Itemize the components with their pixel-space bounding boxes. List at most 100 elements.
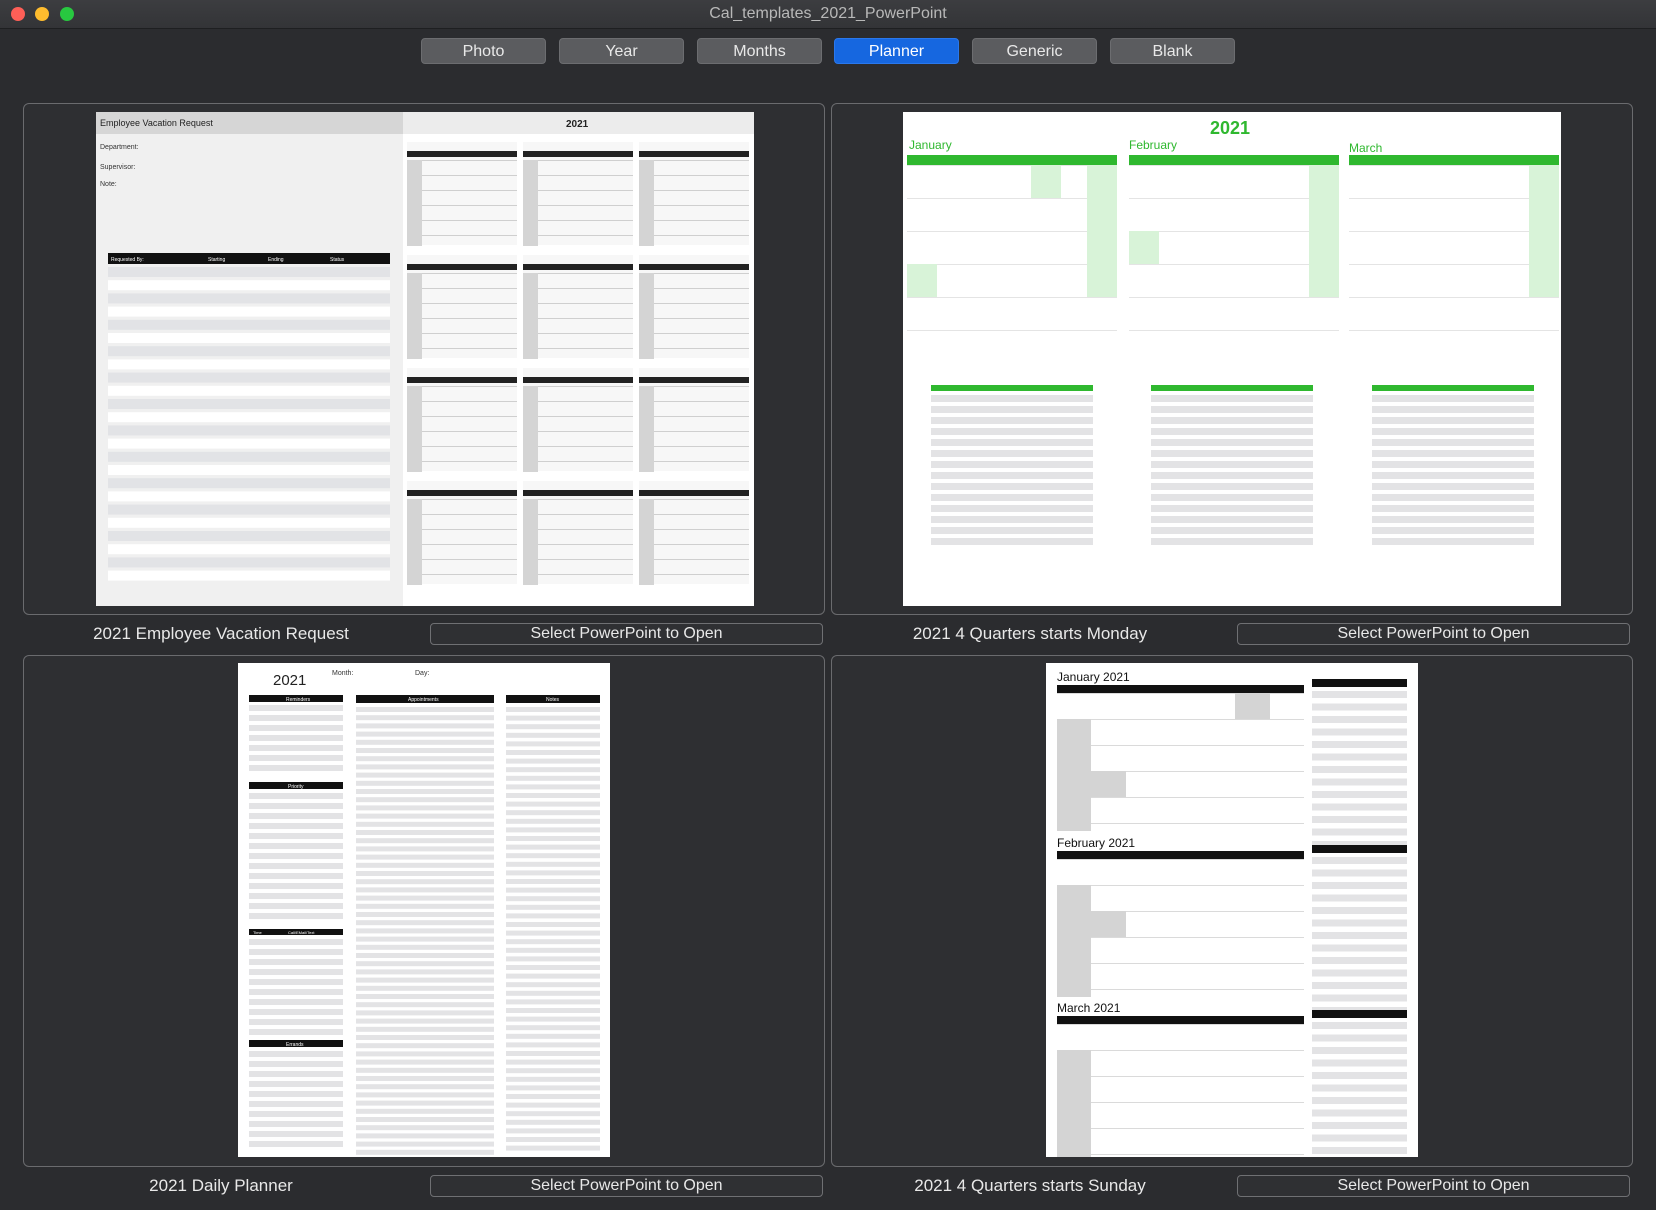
preview-shape bbox=[356, 1141, 494, 1147]
preview-shape bbox=[356, 739, 494, 745]
preview-shape bbox=[506, 990, 600, 996]
preview-shape bbox=[1312, 791, 1407, 798]
preview-shape bbox=[1372, 450, 1534, 457]
preview-shape bbox=[1372, 494, 1534, 501]
preview-shape bbox=[249, 883, 343, 889]
preview-shape bbox=[639, 386, 654, 472]
preview-shape bbox=[1312, 1147, 1407, 1154]
tab-year[interactable]: Year bbox=[559, 38, 684, 64]
preview-shape bbox=[523, 190, 633, 191]
dp-errands: Errands bbox=[286, 1042, 304, 1048]
quarters-sunday-thumbnail[interactable]: January 2021 February 2021 March 2021 bbox=[1046, 663, 1418, 1157]
open-quarters-sunday-button[interactable]: Select PowerPoint to Open bbox=[1237, 1175, 1630, 1197]
preview-shape bbox=[639, 377, 749, 383]
preview-shape bbox=[931, 538, 1093, 545]
preview-shape bbox=[1057, 719, 1304, 720]
preview-shape bbox=[506, 775, 600, 781]
preview-shape bbox=[1312, 679, 1407, 687]
preview-shape bbox=[249, 735, 343, 741]
preview-shape bbox=[356, 772, 494, 778]
preview-shape bbox=[1087, 165, 1117, 297]
preview-shape bbox=[1349, 165, 1559, 166]
preview-shape bbox=[506, 973, 600, 979]
preview-shape bbox=[108, 280, 390, 291]
preview-shape bbox=[356, 707, 494, 712]
preview-shape bbox=[1129, 155, 1339, 165]
preview-shape bbox=[639, 235, 749, 236]
preview-shape bbox=[506, 956, 600, 962]
preview-shape bbox=[108, 359, 390, 370]
preview-shape bbox=[356, 985, 494, 991]
tab-photo[interactable]: Photo bbox=[421, 38, 546, 64]
qm-month-3: March bbox=[1349, 141, 1382, 155]
preview-shape bbox=[1057, 745, 1304, 746]
preview-shape bbox=[506, 1111, 600, 1117]
daily-planner-thumbnail[interactable]: 2021 Month: Day: Reminders Priority Time… bbox=[238, 663, 610, 1157]
preview-shape bbox=[1349, 330, 1559, 331]
preview-shape bbox=[249, 959, 343, 965]
preview-shape bbox=[356, 1125, 494, 1131]
open-quarters-monday-button[interactable]: Select PowerPoint to Open bbox=[1237, 623, 1630, 645]
preview-shape bbox=[523, 386, 538, 472]
tab-blank[interactable]: Blank bbox=[1110, 38, 1235, 64]
preview-shape bbox=[356, 789, 494, 794]
preview-shape bbox=[356, 715, 494, 721]
preview-shape bbox=[523, 142, 633, 245]
preview-shape bbox=[249, 1051, 343, 1057]
preview-shape bbox=[356, 797, 494, 803]
preview-shape bbox=[907, 297, 1117, 298]
preview-shape bbox=[108, 385, 390, 396]
preview-shape bbox=[639, 160, 654, 246]
preview-shape bbox=[1312, 716, 1407, 723]
preview-shape bbox=[506, 827, 600, 833]
preview-shape bbox=[1372, 527, 1534, 534]
preview-shape bbox=[1057, 823, 1304, 824]
preview-shape bbox=[523, 499, 538, 585]
preview-shape bbox=[639, 574, 749, 575]
tab-planner[interactable]: Planner bbox=[834, 38, 959, 64]
preview-shape bbox=[506, 1033, 600, 1039]
preview-shape bbox=[506, 922, 600, 927]
preview-shape bbox=[1312, 778, 1407, 786]
open-daily-planner-button[interactable]: Select PowerPoint to Open bbox=[430, 1175, 823, 1197]
preview-shape bbox=[1312, 1134, 1407, 1142]
preview-shape bbox=[639, 142, 749, 245]
preview-shape bbox=[506, 836, 600, 841]
preview-shape bbox=[523, 559, 633, 560]
preview-shape bbox=[249, 949, 343, 955]
preview-shape bbox=[506, 1137, 600, 1142]
preview-shape bbox=[639, 499, 749, 500]
preview-shape bbox=[1372, 516, 1534, 523]
preview-shape bbox=[407, 416, 517, 417]
preview-shape bbox=[356, 821, 494, 827]
preview-shape bbox=[639, 368, 749, 471]
preview-shape bbox=[639, 288, 749, 289]
dp-day-label: Day: bbox=[415, 670, 429, 677]
tab-generic[interactable]: Generic bbox=[972, 38, 1097, 64]
quarters-monday-thumbnail[interactable]: 2021 January February March bbox=[903, 112, 1561, 606]
preview-shape bbox=[407, 446, 517, 447]
preview-shape bbox=[931, 472, 1093, 479]
preview-shape bbox=[1235, 693, 1270, 719]
qs-month-1: January 2021 bbox=[1057, 670, 1130, 684]
preview-shape bbox=[407, 490, 517, 496]
preview-shape bbox=[639, 514, 749, 515]
vacation-thumbnail[interactable]: Employee Vacation Request 2021 Departmen… bbox=[96, 112, 754, 606]
vacation-supervisor-label: Supervisor: bbox=[100, 164, 135, 171]
open-vacation-button[interactable]: Select PowerPoint to Open bbox=[430, 623, 823, 645]
preview-shape bbox=[1349, 264, 1559, 265]
preview-shape bbox=[931, 385, 1093, 391]
preview-shape bbox=[108, 319, 390, 330]
preview-shape bbox=[1372, 417, 1534, 424]
preview-shape bbox=[1312, 882, 1407, 889]
preview-shape bbox=[1312, 869, 1407, 877]
preview-shape bbox=[356, 1092, 494, 1098]
preview-shape bbox=[639, 529, 749, 530]
preview-shape bbox=[1151, 527, 1313, 534]
preview-shape bbox=[249, 969, 343, 975]
tab-months[interactable]: Months bbox=[697, 38, 822, 64]
preview-shape bbox=[506, 793, 600, 798]
preview-shape bbox=[523, 160, 538, 246]
preview-shape bbox=[356, 1059, 494, 1065]
preview-shape bbox=[506, 853, 600, 859]
